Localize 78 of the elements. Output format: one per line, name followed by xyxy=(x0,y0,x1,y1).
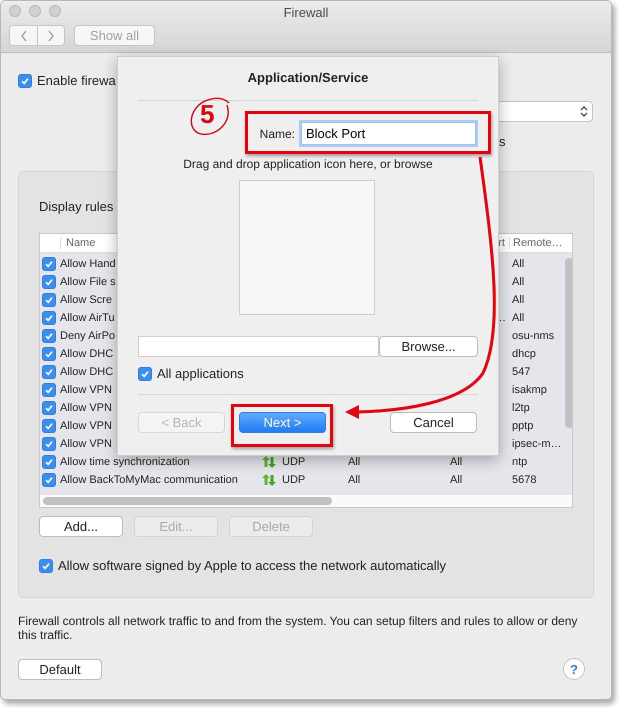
checkbox[interactable] xyxy=(18,74,32,88)
checkbox[interactable] xyxy=(42,419,56,433)
name-field[interactable]: Block Port xyxy=(301,122,476,145)
hint-text: Drag and drop application icon here, or browse xyxy=(182,157,434,171)
table-cell-text: pptp xyxy=(511,420,534,432)
table-cell-text: All xyxy=(449,474,464,486)
table-cell: Allow Hand xyxy=(60,258,116,270)
chevron-left-icon xyxy=(20,30,28,42)
section-label: Display rules xyxy=(39,199,114,214)
scrollbar-thumb[interactable] xyxy=(565,258,572,428)
table-cell-text: All xyxy=(511,294,526,306)
table-cell: UDP xyxy=(282,456,306,468)
checkbox-label: Enable firewa xyxy=(37,73,116,88)
option-label: s xyxy=(499,134,506,149)
table-cell-text: All xyxy=(347,474,362,486)
checkbox[interactable] xyxy=(42,383,56,397)
table-cell: Allow AirTu xyxy=(60,312,115,324)
table-cell: Allow DHC xyxy=(60,348,114,360)
next-button[interactable]: Next > xyxy=(239,412,326,433)
checkbox[interactable] xyxy=(42,347,56,361)
table-cell-text: ipsec-m… xyxy=(511,438,562,450)
default-button[interactable]: Default xyxy=(18,658,102,680)
field-label: Name: xyxy=(260,126,295,140)
table-cell: Allow VPN xyxy=(60,438,112,450)
table-cell-text: osu-nms xyxy=(511,330,556,342)
table-cell-text: All xyxy=(511,258,526,270)
checkbox[interactable] xyxy=(42,455,56,469)
checkmark-icon xyxy=(20,76,30,86)
checkbox[interactable] xyxy=(42,401,56,415)
checkbox-label: Allow software signed by Apple to access the network automatically xyxy=(58,558,446,573)
browse-button[interactable]: Browse... xyxy=(379,336,478,357)
table-cell: Allow BackToMyMac communication xyxy=(60,474,238,486)
table-cell: Allow Scre xyxy=(60,294,112,306)
table-cell-text: All xyxy=(347,456,362,468)
arrows-icon xyxy=(262,456,276,468)
checkbox[interactable] xyxy=(42,257,56,271)
table-cell-text: dhcp xyxy=(511,348,537,360)
cancel-button[interactable]: Cancel xyxy=(390,412,477,433)
table-cell: Allow time synchronization xyxy=(60,456,190,468)
checkmark-icon xyxy=(41,560,51,570)
table-cell: Allow VPN xyxy=(60,420,112,432)
table-cell-text: l2tp xyxy=(511,402,531,414)
checkbox[interactable] xyxy=(42,275,56,289)
table-cell-text: isakmp xyxy=(511,384,548,396)
checkbox[interactable] xyxy=(39,558,53,572)
column-header[interactable]: Remote… xyxy=(509,237,562,249)
table-cell-text: All xyxy=(449,456,464,468)
checkbox[interactable] xyxy=(42,365,56,379)
table-cell: Deny AirPo xyxy=(60,330,116,342)
checkbox[interactable] xyxy=(42,293,56,307)
table-cell: Allow File s xyxy=(60,276,116,288)
table-cell-text: All xyxy=(511,276,526,288)
step-number: 5 xyxy=(200,99,214,130)
checkbox[interactable] xyxy=(42,473,56,487)
checkmark-icon xyxy=(140,368,150,378)
table-cell: UDP xyxy=(282,474,306,486)
checkbox[interactable] xyxy=(42,311,56,325)
table-cell: Allow VPN xyxy=(60,384,112,396)
checkbox[interactable] xyxy=(42,437,56,451)
scrollbar-thumb[interactable] xyxy=(43,497,332,505)
window-title: Firewall xyxy=(284,5,328,20)
checkbox[interactable] xyxy=(138,366,152,380)
updown-icon xyxy=(580,105,588,118)
arrows-icon xyxy=(262,474,276,486)
help-button[interactable]: ? xyxy=(563,658,585,680)
table-cell-text: 547 xyxy=(511,366,532,378)
rule-button[interactable]: Add... xyxy=(39,516,123,537)
table-cell-text: 5678 xyxy=(511,474,538,486)
table-cell: Allow DHC xyxy=(60,366,114,378)
path-field[interactable] xyxy=(138,336,380,357)
dialog-title: Application/Service xyxy=(246,70,370,85)
table-cell-text: All xyxy=(511,312,526,324)
table-cell: Allow VPN xyxy=(60,402,112,414)
checkbox-label: All applications xyxy=(157,366,244,381)
table-cell-text: ntp xyxy=(511,456,528,468)
checkbox[interactable] xyxy=(42,329,56,343)
description-text: Firewall controls all network traffic to and from the system. You can setup filters and rules to allow or deny this traffic. xyxy=(18,614,578,642)
chevron-right-icon xyxy=(47,30,55,42)
